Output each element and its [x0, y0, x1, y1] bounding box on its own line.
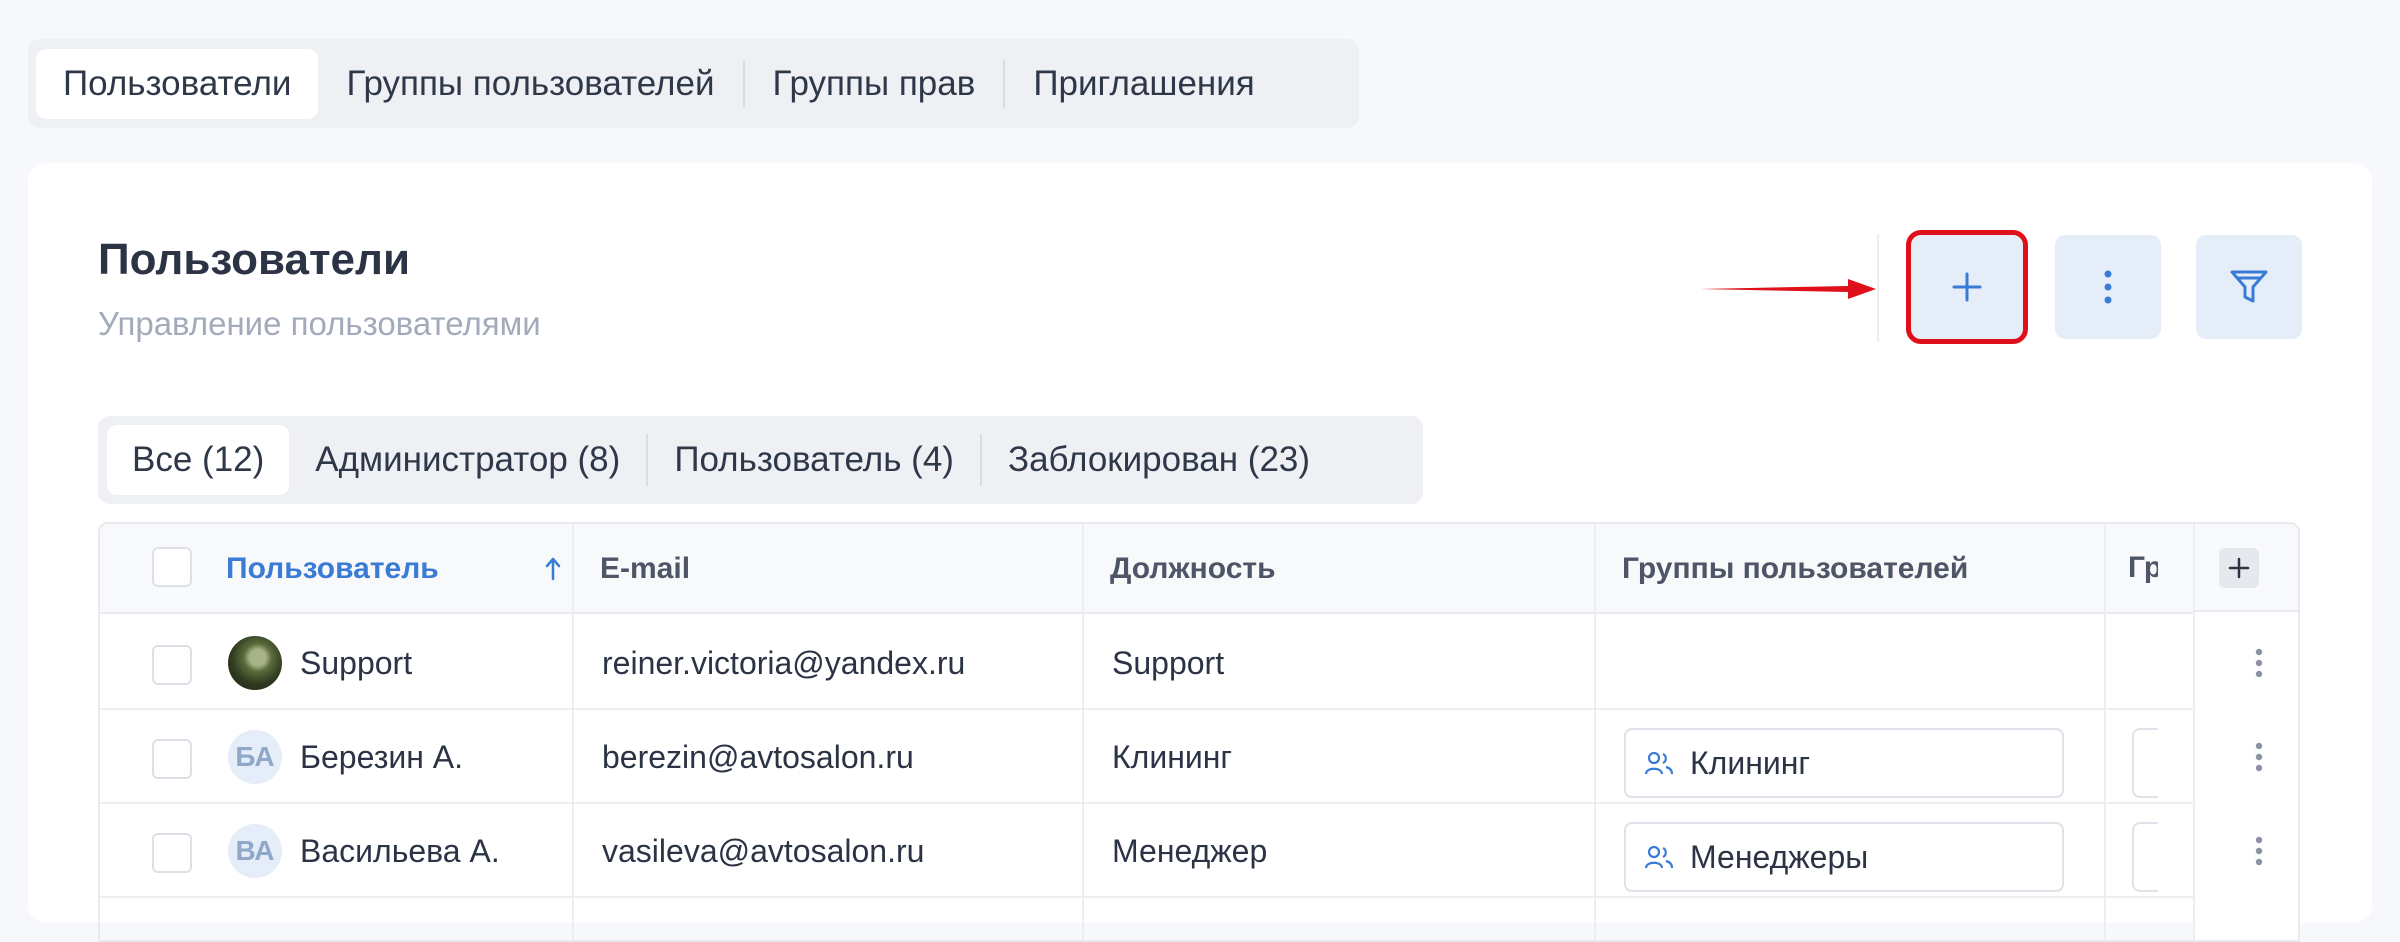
row-menu-button[interactable]	[2239, 643, 2279, 683]
role-filter-tabs: Все (12) Администратор (8) Пользователь …	[98, 416, 1423, 504]
column-header-email[interactable]: E-mail	[600, 524, 690, 614]
users-table: Пользователь E-mail Должность Группы пол…	[98, 522, 2300, 942]
vertical-dots-icon	[2255, 742, 2263, 772]
arrow-up-icon[interactable]	[544, 556, 562, 582]
chip-fragment	[2132, 728, 2158, 798]
user-name[interactable]: Березин А.	[300, 710, 463, 804]
tab-users[interactable]: Пользователи	[36, 48, 319, 119]
page-subtitle: Управление пользователями	[98, 305, 541, 342]
user-email: berezin@avtosalon.ru	[602, 738, 914, 775]
vertical-dots-icon	[2255, 836, 2263, 866]
row-checkbox[interactable]	[152, 739, 192, 779]
page-title: Пользователи	[98, 235, 411, 284]
column-header-groups[interactable]: Группы пользователей	[1622, 524, 1968, 614]
plus-icon	[2228, 557, 2250, 579]
add-column-button[interactable]	[2219, 548, 2259, 588]
column-header-user-label: Пользователь	[226, 552, 439, 585]
tab-blocked[interactable]: Заблокирован (23)	[982, 425, 1336, 495]
user-email: reiner.victoria@yandex.ru	[602, 644, 966, 681]
add-user-button[interactable]	[1906, 230, 2028, 344]
actions-divider	[1877, 234, 1879, 342]
tab-user-groups[interactable]: Группы пользователей	[318, 49, 742, 119]
column-divider	[1594, 524, 1596, 940]
group-chip-label: Менеджеры	[1690, 838, 1869, 875]
top-tabs: Пользователи Группы пользователей Группы…	[28, 39, 1359, 128]
column-header-user[interactable]: Пользователь	[226, 524, 439, 614]
column-header-truncated[interactable]: Гр	[2128, 524, 2158, 612]
avatar: ВА	[228, 824, 282, 878]
chip-fragment	[2132, 822, 2158, 892]
tab-admins[interactable]: Администратор (8)	[289, 425, 646, 495]
filter-button[interactable]	[2196, 235, 2302, 339]
row-checkbox[interactable]	[152, 833, 192, 873]
user-name[interactable]: Васильева А.	[300, 804, 500, 898]
tab-all[interactable]: Все (12)	[107, 425, 290, 495]
group-chip[interactable]: Менеджеры	[1624, 822, 2064, 892]
funnel-icon	[2230, 270, 2268, 303]
row-actions-column	[2193, 524, 2298, 940]
tab-permission-groups[interactable]: Группы прав	[745, 49, 1004, 119]
row-menu-button[interactable]	[2239, 737, 2279, 777]
plus-icon	[1952, 272, 1982, 302]
avatar	[228, 636, 282, 690]
avatar: БА	[228, 730, 282, 784]
column-divider	[572, 524, 574, 940]
users-icon	[1644, 751, 1674, 775]
user-position: Support	[1112, 644, 1225, 681]
user-email: vasileva@avtosalon.ru	[602, 832, 925, 869]
user-position: Клининг	[1112, 738, 1233, 775]
tab-regular-users[interactable]: Пользователь (4)	[648, 425, 980, 495]
tab-invitations[interactable]: Приглашения	[1005, 49, 1282, 119]
truncated-column: Гр	[2106, 524, 2158, 940]
vertical-dots-icon	[2255, 648, 2263, 678]
row-checkbox[interactable]	[152, 645, 192, 685]
user-position: Менеджер	[1112, 832, 1268, 869]
group-chip-label: Клининг	[1690, 744, 1811, 781]
vertical-dots-icon	[2104, 270, 2112, 304]
group-chip[interactable]: Клининг	[1624, 728, 2064, 798]
row-menu-button[interactable]	[2239, 831, 2279, 871]
red-arrow-icon	[1700, 279, 1876, 299]
select-all-checkbox[interactable]	[152, 547, 192, 587]
users-card: Пользователи Управление пользователями В…	[28, 163, 2372, 942]
users-icon	[1644, 845, 1674, 869]
more-actions-button[interactable]	[2055, 235, 2161, 339]
column-header-position[interactable]: Должность	[1110, 524, 1276, 614]
user-name[interactable]: Support	[300, 616, 412, 710]
column-divider	[1082, 524, 1084, 940]
